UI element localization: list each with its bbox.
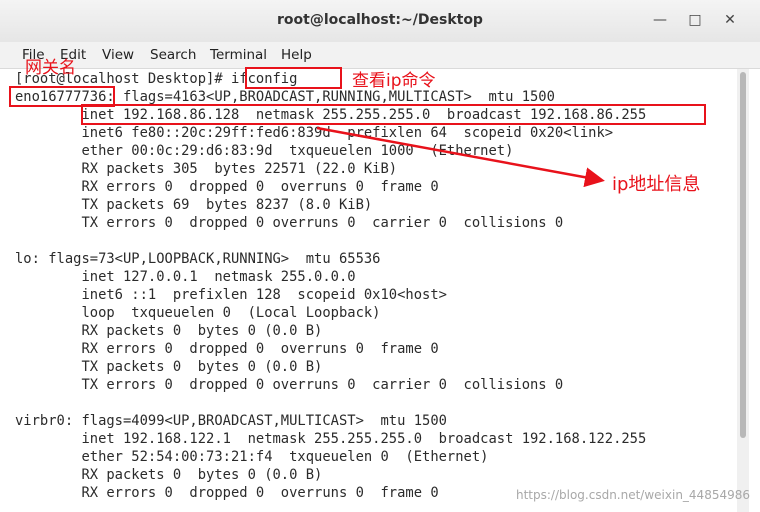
watermark: https://blog.csdn.net/weixin_44854986 [515, 488, 750, 502]
terminal-window: root@localhost:~/Desktop — □ ✕ File Edit… [0, 0, 760, 512]
annotation-arrow-icon [316, 126, 605, 188]
